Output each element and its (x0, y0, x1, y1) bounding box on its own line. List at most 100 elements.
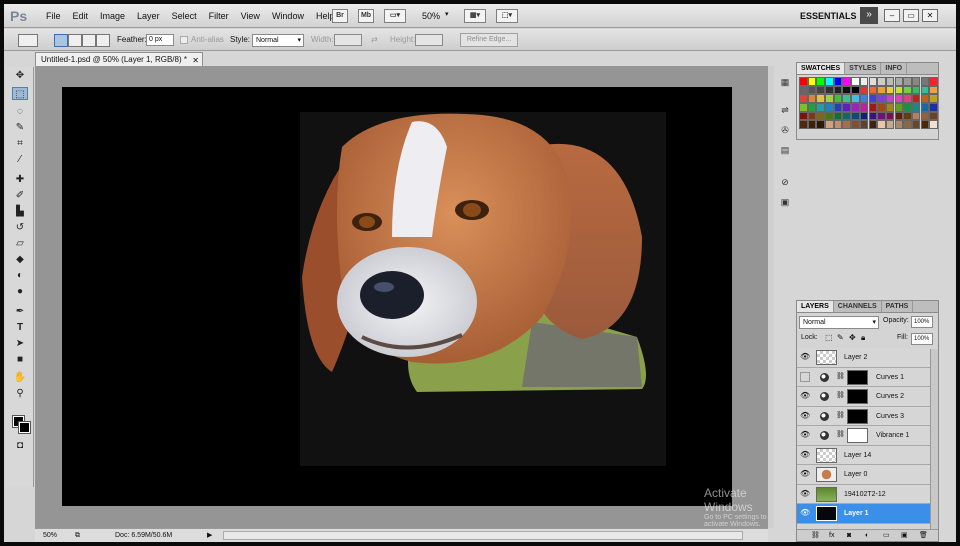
swatch[interactable] (885, 111, 895, 121)
lasso-icon[interactable]: ◌ (12, 105, 28, 118)
visibility-eye-icon[interactable]: 👁︎ (800, 391, 810, 401)
layer-name[interactable]: Curves 2 (876, 387, 904, 406)
swatch[interactable] (816, 77, 825, 86)
clone-source-icon[interactable]: ▣ (778, 196, 792, 209)
swatch[interactable] (877, 111, 886, 121)
history-panel-icon[interactable]: ▦ (778, 76, 792, 89)
swatch[interactable] (807, 120, 817, 129)
swatch[interactable] (851, 77, 860, 86)
swatch[interactable] (807, 111, 817, 121)
visibility-eye-icon[interactable]: 👁︎ (800, 469, 810, 479)
swatch[interactable] (807, 85, 817, 95)
refine-edge-button[interactable]: Refine Edge... (460, 33, 518, 47)
layer-mask-thumbnail[interactable] (847, 369, 868, 385)
swatch[interactable] (903, 103, 912, 112)
mask-link-icon[interactable]: ⛓ (836, 430, 845, 438)
tool-preset-icon[interactable] (18, 34, 38, 47)
adjustments-panel-icon[interactable]: ⇌ (778, 104, 792, 117)
swatch[interactable] (885, 103, 895, 112)
layer-thumbnail[interactable] (816, 506, 837, 521)
swatch[interactable] (842, 103, 851, 112)
tab-swatches[interactable]: SWATCHES (797, 63, 846, 74)
swatch[interactable] (851, 111, 860, 121)
layer-mask-thumbnail[interactable] (847, 428, 868, 443)
adjustment-layer-icon[interactable]: ◐ (865, 530, 869, 541)
swatch[interactable] (929, 103, 938, 112)
intersect-selection-icon[interactable] (96, 34, 110, 47)
swatch[interactable] (833, 94, 843, 103)
fx-icon[interactable]: fx (829, 530, 834, 541)
swatch[interactable] (877, 103, 886, 112)
swatch[interactable] (816, 85, 825, 95)
swatch[interactable] (929, 111, 938, 121)
mask-link-icon[interactable]: ⛓ (836, 411, 845, 419)
bridge-button[interactable]: Br (332, 9, 348, 23)
layer-row[interactable]: 👁︎ ⛓ Curves 2 (797, 387, 938, 407)
swatch[interactable] (825, 111, 834, 121)
swatch[interactable] (799, 103, 808, 112)
antialias-checkbox[interactable] (180, 36, 188, 44)
swatch[interactable] (868, 85, 877, 95)
visibility-eye-icon[interactable]: 👁︎ (800, 430, 810, 440)
screen-mode-icon[interactable]: ⬚▾ (496, 9, 518, 23)
visibility-eye-icon[interactable] (800, 371, 810, 382)
quick-mask-icon[interactable]: ◘ (12, 439, 28, 452)
add-selection-icon[interactable] (68, 34, 82, 47)
swatch[interactable] (825, 120, 834, 129)
stamp-icon[interactable]: ▙ (12, 205, 28, 218)
swatch[interactable] (868, 103, 877, 112)
swatch[interactable] (851, 103, 860, 112)
workspace-switcher-icon[interactable]: » (860, 7, 878, 24)
layer-row[interactable]: 👁︎ ⛓ Curves 3 (797, 406, 938, 426)
swatch[interactable] (833, 85, 843, 95)
layer-name[interactable]: Layer 1 (844, 504, 869, 523)
blur-icon[interactable]: ◐ (12, 269, 28, 282)
layer-name[interactable]: Vibrance 1 (876, 426, 909, 445)
swatch[interactable] (903, 85, 912, 95)
swatch[interactable] (894, 103, 904, 112)
swatch[interactable] (894, 120, 904, 129)
layer-mask-thumbnail[interactable] (847, 389, 868, 404)
workspace-label[interactable]: ESSENTIALS (800, 9, 857, 23)
layer-name[interactable]: Layer 0 (844, 465, 867, 484)
swatch[interactable] (851, 94, 860, 103)
swatch[interactable] (825, 94, 834, 103)
new-selection-icon[interactable] (54, 34, 68, 47)
marquee-icon[interactable]: ⬚ (12, 87, 28, 100)
swatch[interactable] (911, 85, 921, 95)
horizontal-scrollbar[interactable] (223, 531, 743, 540)
swatch[interactable] (929, 120, 938, 129)
menu-image[interactable]: Image (94, 4, 131, 28)
history-brush-icon[interactable]: ↺ (12, 221, 28, 234)
swatch[interactable] (894, 77, 904, 86)
new-group-icon[interactable]: ▭ (883, 530, 890, 541)
quick-select-icon[interactable]: ✎ (12, 121, 28, 134)
swatch[interactable] (825, 77, 834, 86)
tab-layers[interactable]: LAYERS (797, 301, 834, 312)
layer-name[interactable]: 194102T2-12 (844, 485, 886, 504)
layer-thumbnail[interactable] (816, 486, 837, 502)
layer-row[interactable]: 👁︎ Layer 0 (797, 465, 938, 485)
masks-panel-icon[interactable]: ▤ (778, 144, 792, 157)
layer-row[interactable]: 👁︎ 194102T2-12 (797, 484, 938, 504)
swatch[interactable] (911, 103, 921, 112)
swatch[interactable] (816, 94, 825, 103)
fill-input[interactable]: 100% (911, 333, 933, 345)
swatch[interactable] (833, 77, 843, 86)
document-tab[interactable]: Untitled-1.psd @ 50% (Layer 1, RGB/8) * … (35, 52, 203, 66)
style-select[interactable]: Normal ▾ (252, 34, 304, 47)
visibility-eye-icon[interactable]: 👁︎ (800, 411, 810, 421)
layer-row[interactable]: 👁︎ Layer 14 (797, 445, 938, 465)
swatch[interactable] (799, 120, 808, 129)
lock-transparency-icon[interactable]: ⬚ (825, 333, 833, 342)
layer-thumbnail[interactable] (816, 467, 837, 482)
export-icon[interactable]: ⧉ (75, 529, 80, 542)
status-menu-icon[interactable]: ▶ (207, 529, 212, 542)
swatch[interactable] (868, 94, 877, 103)
move-icon[interactable]: ✥ (12, 69, 28, 82)
menu-view[interactable]: View (235, 4, 266, 28)
type-icon[interactable]: T (12, 321, 28, 334)
menu-filter[interactable]: Filter (203, 4, 235, 28)
swatch[interactable] (929, 77, 938, 86)
swatch[interactable] (807, 77, 817, 86)
